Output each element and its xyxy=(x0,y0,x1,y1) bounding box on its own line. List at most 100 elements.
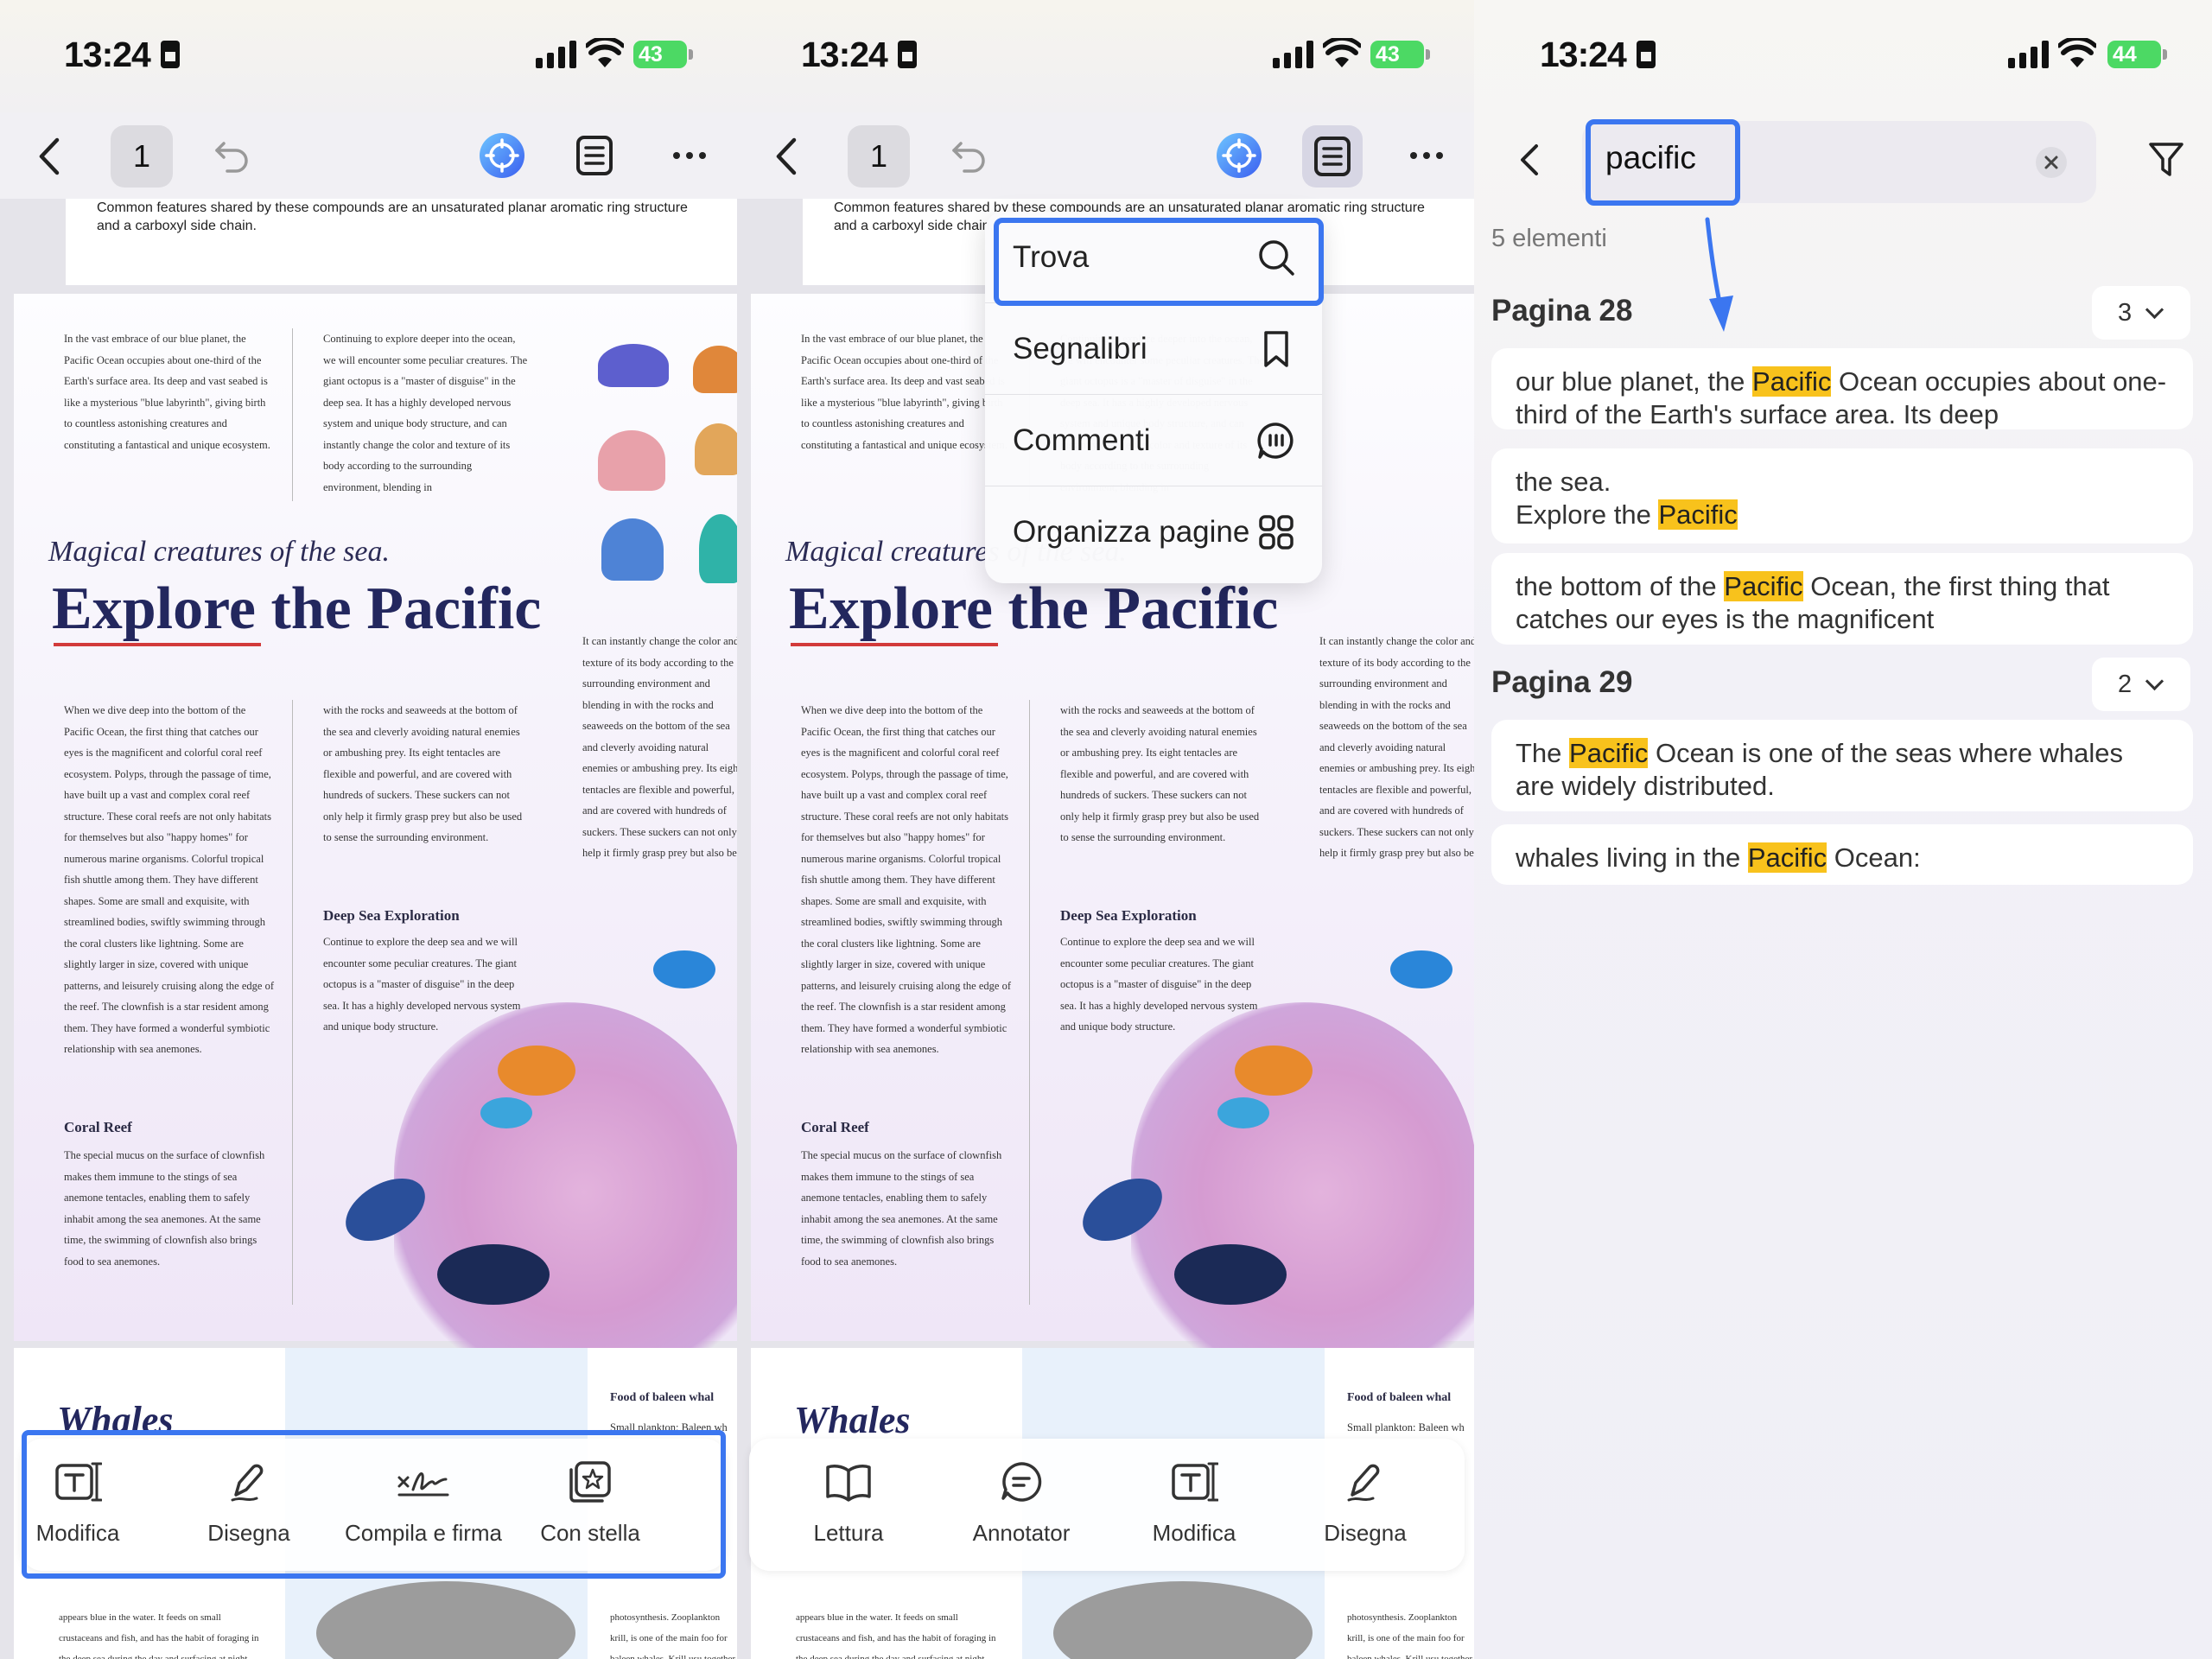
coral-reef-text: The special mucus on the surface of clow… xyxy=(64,1149,265,1268)
column-divider xyxy=(292,700,293,1305)
page-number-badge[interactable]: 1 xyxy=(111,125,173,188)
intro-column-1: In the vast embrace of our blue planet, … xyxy=(801,333,1007,451)
signal-icon xyxy=(2008,41,2051,68)
annotator-button[interactable]: Annotator xyxy=(948,1456,1095,1547)
undo-icon[interactable] xyxy=(950,137,988,175)
section-heading-deep-sea: Deep Sea Exploration xyxy=(1060,907,1197,924)
coral-image xyxy=(695,423,737,475)
battery-icon: 44 xyxy=(2107,41,2167,68)
section-heading-coral-reef: Coral Reef xyxy=(801,1119,869,1135)
signal-icon xyxy=(536,41,579,68)
menu-item-organizza-pagine[interactable]: Organizza pagine xyxy=(985,486,1322,578)
outline-menu-icon[interactable] xyxy=(1313,136,1351,177)
results-page-heading: Pagina 29 xyxy=(1491,665,1633,699)
close-icon xyxy=(2044,156,2058,169)
section-heading-deep-sea: Deep Sea Exploration xyxy=(323,907,460,924)
clear-search-button[interactable] xyxy=(2036,147,2067,178)
lettura-button[interactable]: Lettura xyxy=(775,1456,922,1547)
bottom-toolbar: Lettura Annotator Modifica Disegna xyxy=(749,1439,1465,1571)
wifi-icon xyxy=(2058,38,2096,67)
coral-image xyxy=(699,514,737,583)
document-title: Explore the Pacific xyxy=(789,575,1279,642)
coral-image xyxy=(598,344,669,387)
section-heading-baleen: Food of baleen whal xyxy=(610,1391,715,1404)
status-time: 13:24 xyxy=(64,35,151,74)
result-text: The xyxy=(1516,738,1570,768)
lettura-label: Lettura xyxy=(813,1520,884,1546)
subtitle: Magical creatures of the sea. xyxy=(48,536,391,568)
search-result[interactable]: whales living in the Pacific Ocean: xyxy=(1491,824,2193,885)
body-column-2: with the rocks and seaweeds at the botto… xyxy=(1060,704,1260,843)
panel-document-view: 13:24 43 1 Common features shared by the… xyxy=(0,0,737,1659)
bottom-left-text: appears blue in the water. It feeds on s… xyxy=(59,1612,259,1659)
filter-icon[interactable] xyxy=(2147,140,2185,180)
more-icon[interactable] xyxy=(672,149,707,162)
search-result[interactable]: the bottom of the Pacific Ocean, the fir… xyxy=(1491,553,2193,645)
outline-menu-icon[interactable] xyxy=(575,135,613,176)
sim-icon xyxy=(1637,41,1656,68)
search-result[interactable]: The Pacific Ocean is one of the seas whe… xyxy=(1491,720,2193,811)
menu-item-label: Segnalibri xyxy=(1013,331,1147,365)
fish-image xyxy=(480,1097,532,1128)
disegna-label: Disegna xyxy=(1324,1520,1407,1546)
annotation-arrow xyxy=(1705,217,1733,332)
fish-image xyxy=(437,1244,550,1305)
menu-item-commenti[interactable]: Commenti xyxy=(985,395,1322,486)
coral-image xyxy=(693,346,737,393)
result-text: whales living in the xyxy=(1516,842,1748,873)
status-bar: 13:24 43 xyxy=(737,0,1474,112)
menu-item-label: Organizza pagine xyxy=(1013,515,1250,549)
more-icon[interactable] xyxy=(1409,149,1444,162)
grid-icon xyxy=(1259,515,1294,550)
bottom-left-text: appears blue in the water. It feeds on s… xyxy=(796,1612,996,1659)
battery-icon: 43 xyxy=(633,41,693,68)
battery-icon: 43 xyxy=(1370,41,1430,68)
back-icon[interactable] xyxy=(1517,143,1543,177)
fish-image xyxy=(1235,1046,1313,1096)
title-underline xyxy=(791,643,998,646)
results-page-count[interactable]: 3 xyxy=(2092,286,2190,340)
panel-search-results: 13:24 44 pacific 5 elementi Pagina 28 3 … xyxy=(1474,0,2212,1659)
title-underline xyxy=(54,643,261,646)
fish-image xyxy=(498,1046,575,1096)
baleen-text: Small plankton: Baleen wh xyxy=(1347,1421,1465,1433)
wifi-icon xyxy=(1323,38,1361,67)
sim-icon xyxy=(898,41,917,68)
comment-icon xyxy=(1001,1462,1042,1502)
results-page-heading: Pagina 28 xyxy=(1491,294,1633,327)
body-column-3: It can instantly change the color and te… xyxy=(1319,635,1474,859)
undo-icon[interactable] xyxy=(213,137,251,175)
back-icon[interactable] xyxy=(35,137,66,176)
coral-image xyxy=(601,518,664,581)
intro-column-1: In the vast embrace of our blue planet, … xyxy=(64,333,270,451)
result-match-highlight: Pacific xyxy=(1752,366,1832,397)
coral-image xyxy=(598,430,665,491)
highlight-box-trova xyxy=(994,218,1324,306)
modifica-button[interactable]: Modifica xyxy=(1121,1456,1268,1547)
section-heading-baleen: Food of baleen whal xyxy=(1347,1391,1452,1404)
coral-reef-text: The special mucus on the surface of clow… xyxy=(801,1149,1002,1268)
result-text: our blue planet, the xyxy=(1516,366,1753,397)
page-caption: Common features shared by these compound… xyxy=(97,200,688,233)
search-result[interactable]: our blue planet, the Pacific Ocean occup… xyxy=(1491,348,2193,429)
result-text: the bottom of the xyxy=(1516,571,1725,601)
column-divider xyxy=(292,328,293,501)
body-column-1: When we dive deep into the bottom of the… xyxy=(801,704,1011,1055)
document-page: In the vast embrace of our blue planet, … xyxy=(14,294,737,1348)
section-title-whales: Whales xyxy=(794,1399,911,1441)
result-text: the sea. Explore the xyxy=(1516,467,1651,530)
results-page-count[interactable]: 2 xyxy=(2092,658,2190,711)
ai-assistant-icon[interactable] xyxy=(1215,131,1263,180)
page-number-badge[interactable]: 1 xyxy=(848,125,910,188)
search-result[interactable]: the sea. Explore the Pacific xyxy=(1491,448,2193,543)
disegna-button[interactable]: Disegna xyxy=(1292,1456,1439,1547)
back-icon[interactable] xyxy=(772,137,803,176)
book-icon xyxy=(826,1465,871,1502)
ai-assistant-icon[interactable] xyxy=(478,131,526,180)
status-time: 13:24 xyxy=(801,35,888,74)
body-column-3: It can instantly change the color and te… xyxy=(582,635,737,859)
result-text: Ocean: xyxy=(1827,842,1921,873)
highlight-box-toolbar xyxy=(22,1430,726,1579)
menu-item-segnalibri[interactable]: Segnalibri xyxy=(985,303,1322,395)
result-match-highlight: Pacific xyxy=(1658,499,1738,530)
